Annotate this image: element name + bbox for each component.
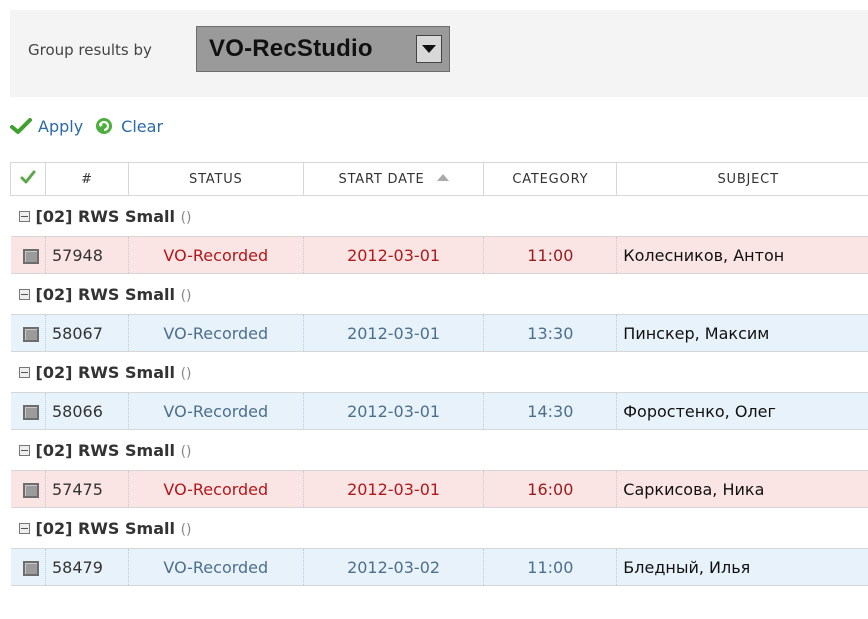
collapse-minus-icon[interactable] [18, 444, 30, 456]
cell-status: VO-Recorded [128, 548, 304, 586]
table-row[interactable]: 58479 VO-Recorded 2012-03-02 11:00 Бледн… [10, 548, 868, 586]
cell-category: 16:00 [483, 470, 618, 508]
group-results-label: Group results by [28, 41, 152, 59]
cell-subject[interactable]: Саркисова, Ника [616, 470, 868, 508]
group-header-row[interactable]: [02] RWS Small () [10, 273, 868, 315]
group-label: [02] RWS Small [35, 362, 175, 382]
group-header-row[interactable]: [02] RWS Small () [10, 195, 868, 237]
cell-subject[interactable]: Пинскер, Максим [616, 314, 868, 352]
cell-start-date: 2012-03-02 [303, 548, 485, 586]
results-table: # STATUS START DATE CATEGORY SUBJECT [02… [10, 162, 868, 586]
table-row[interactable]: 57475 VO-Recorded 2012-03-01 16:00 Сарки… [10, 470, 868, 508]
row-checkbox[interactable] [22, 248, 39, 264]
row-checkbox[interactable] [22, 560, 39, 576]
clear-label: Clear [121, 116, 164, 136]
cell-category: 13:30 [483, 314, 618, 352]
collapse-minus-icon[interactable] [18, 288, 30, 300]
group-by-select[interactable]: VO-RecStudio [196, 26, 450, 72]
group-header-row[interactable]: [02] RWS Small () [10, 351, 868, 393]
row-checkbox[interactable] [22, 482, 39, 498]
group-label: [02] RWS Small [35, 206, 175, 226]
sort-ascending-icon [436, 173, 449, 181]
group-count: () [180, 365, 192, 382]
green-check-icon [20, 170, 36, 184]
group-header-row[interactable]: [02] RWS Small () [10, 507, 868, 549]
cell-start-date: 2012-03-01 [303, 470, 485, 508]
group-count: () [180, 521, 192, 538]
cell-category: 11:00 [483, 236, 618, 274]
cell-subject[interactable]: Бледный, Илья [616, 548, 868, 586]
group-results-bar: Group results by VO-RecStudio [10, 10, 868, 97]
group-label: [02] RWS Small [35, 518, 175, 538]
cell-category: 14:30 [483, 392, 618, 430]
cell-category: 11:00 [483, 548, 618, 586]
cell-status: VO-Recorded [128, 470, 304, 508]
cell-subject[interactable]: Колесников, Антон [616, 236, 868, 274]
cell-num: 58067 [45, 314, 129, 352]
apply-label: Apply [38, 116, 84, 136]
column-header-category[interactable]: CATEGORY [483, 162, 618, 196]
cell-num: 58479 [45, 548, 129, 586]
group-count: () [180, 209, 192, 226]
cell-status: VO-Recorded [128, 392, 304, 430]
apply-button[interactable]: Apply [10, 117, 83, 136]
cell-subject[interactable]: Форостенко, Олег [616, 392, 868, 430]
cell-num: 57475 [45, 470, 129, 508]
table-row[interactable]: 58067 VO-Recorded 2012-03-01 13:30 Пинск… [10, 314, 868, 352]
collapse-minus-icon[interactable] [18, 522, 30, 534]
cell-start-date: 2012-03-01 [303, 314, 485, 352]
group-header-row[interactable]: [02] RWS Small () [10, 429, 868, 471]
cell-num: 57948 [45, 236, 129, 274]
table-row[interactable]: 58066 VO-Recorded 2012-03-01 14:30 Форос… [10, 392, 868, 430]
group-count: () [180, 287, 192, 304]
column-header-num[interactable]: # [44, 162, 129, 196]
column-header-subject[interactable]: SUBJECT [616, 162, 868, 196]
cell-start-date: 2012-03-01 [303, 236, 485, 274]
select-all-header[interactable] [10, 162, 46, 196]
start-date-header-label: START DATE [338, 171, 425, 187]
row-checkbox[interactable] [22, 326, 39, 342]
table-header-row: # STATUS START DATE CATEGORY SUBJECT [10, 162, 868, 196]
group-label: [02] RWS Small [35, 440, 175, 460]
column-header-start-date[interactable]: START DATE [302, 162, 485, 196]
column-header-status[interactable]: STATUS [127, 162, 304, 196]
cell-status: VO-Recorded [128, 236, 304, 274]
group-by-selected-value: VO-RecStudio [209, 35, 373, 62]
row-checkbox[interactable] [22, 404, 39, 420]
green-check-icon [10, 118, 32, 134]
clear-button[interactable]: Clear [83, 117, 163, 136]
cell-status: VO-Recorded [128, 314, 304, 352]
action-bar: Apply Clear [10, 114, 163, 138]
cell-start-date: 2012-03-01 [303, 392, 485, 430]
dropdown-arrow-icon[interactable] [416, 35, 442, 63]
green-refresh-icon [96, 118, 113, 134]
cell-num: 58066 [45, 392, 129, 430]
collapse-minus-icon[interactable] [18, 210, 30, 222]
table-row[interactable]: 57948 VO-Recorded 2012-03-01 11:00 Колес… [10, 236, 868, 274]
collapse-minus-icon[interactable] [18, 366, 30, 378]
group-label: [02] RWS Small [35, 284, 175, 304]
group-count: () [180, 443, 192, 460]
